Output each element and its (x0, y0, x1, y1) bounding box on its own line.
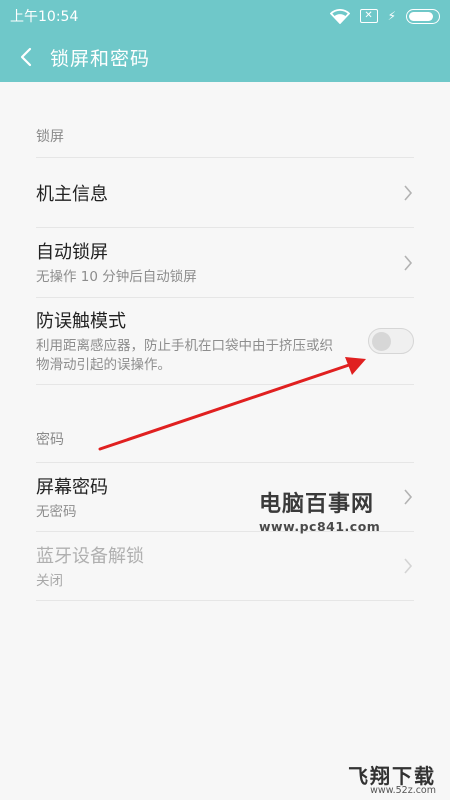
watermark-url: www.pc841.com (259, 519, 381, 534)
row-title: 蓝牙设备解锁 (36, 545, 144, 567)
section-header-label: 锁屏 (36, 129, 64, 145)
row-text: 防误触模式 利用距离感应器，防止手机在口袋中由于挤压或织物滑动引起的误操作。 (36, 307, 368, 375)
row-title: 自动锁屏 (36, 242, 108, 263)
watermark-url: www.52z.com (370, 785, 436, 796)
row-title: 防误触模式 (36, 311, 126, 332)
app-bar: 锁屏和密码 (0, 32, 450, 82)
status-bar: 上午10:54 ✕ ⚡ (0, 0, 450, 32)
row-subtitle: 关闭 (36, 572, 63, 589)
chevron-right-icon (402, 488, 414, 506)
watermark-52z: 飞翔下载 www.52z.com (348, 760, 450, 800)
row-subtitle: 无操作 10 分钟后自动锁屏 (36, 269, 197, 285)
row-text: 自动锁屏 无操作 10 分钟后自动锁屏 (36, 238, 402, 287)
battery-fill (409, 11, 434, 21)
wifi-icon (329, 8, 350, 24)
watermark-pc841: 电脑百事网 www.pc841.com (259, 486, 380, 534)
watermark-title: 电脑百事网 (259, 492, 375, 517)
charging-bolt-icon: ⚡ (387, 9, 396, 23)
row-title: 机主信息 (36, 183, 108, 205)
section-header-password: 密码 (36, 385, 414, 463)
settings-row-auto-lock[interactable]: 自动锁屏 无操作 10 分钟后自动锁屏 (36, 228, 414, 298)
settings-row-bluetooth-unlock[interactable]: 蓝牙设备解锁 关闭 (36, 532, 414, 601)
status-time: 上午10:54 (10, 9, 79, 25)
chevron-right-icon (402, 557, 414, 575)
settings-row-owner-info[interactable]: 机主信息 (36, 158, 414, 228)
section-header-lockscreen: 锁屏 (36, 82, 414, 158)
status-icons: ✕ ⚡ (329, 8, 440, 24)
battery-icon (406, 8, 440, 24)
settings-list: 锁屏 机主信息 自动锁屏 无操作 10 分钟后自动锁屏 防误触模式 利用距离感应… (0, 82, 450, 601)
row-text: 蓝牙设备解锁 关闭 (36, 542, 402, 591)
page-title: 锁屏和密码 (50, 47, 151, 70)
settings-row-anti-touch[interactable]: 防误触模式 利用距离感应器，防止手机在口袋中由于挤压或织物滑动引起的误操作。 (36, 298, 414, 385)
chevron-right-icon (402, 254, 414, 272)
toggle-knob (372, 331, 391, 351)
sim-icon: ✕ (359, 9, 378, 23)
anti-touch-toggle[interactable] (368, 328, 414, 354)
section-header-label: 密码 (36, 432, 64, 448)
row-subtitle: 利用距离感应器，防止手机在口袋中由于挤压或织物滑动引起的误操作。 (36, 338, 333, 373)
back-arrow-icon[interactable] (6, 32, 46, 82)
row-text: 机主信息 (36, 180, 402, 206)
chevron-right-icon (402, 184, 414, 202)
